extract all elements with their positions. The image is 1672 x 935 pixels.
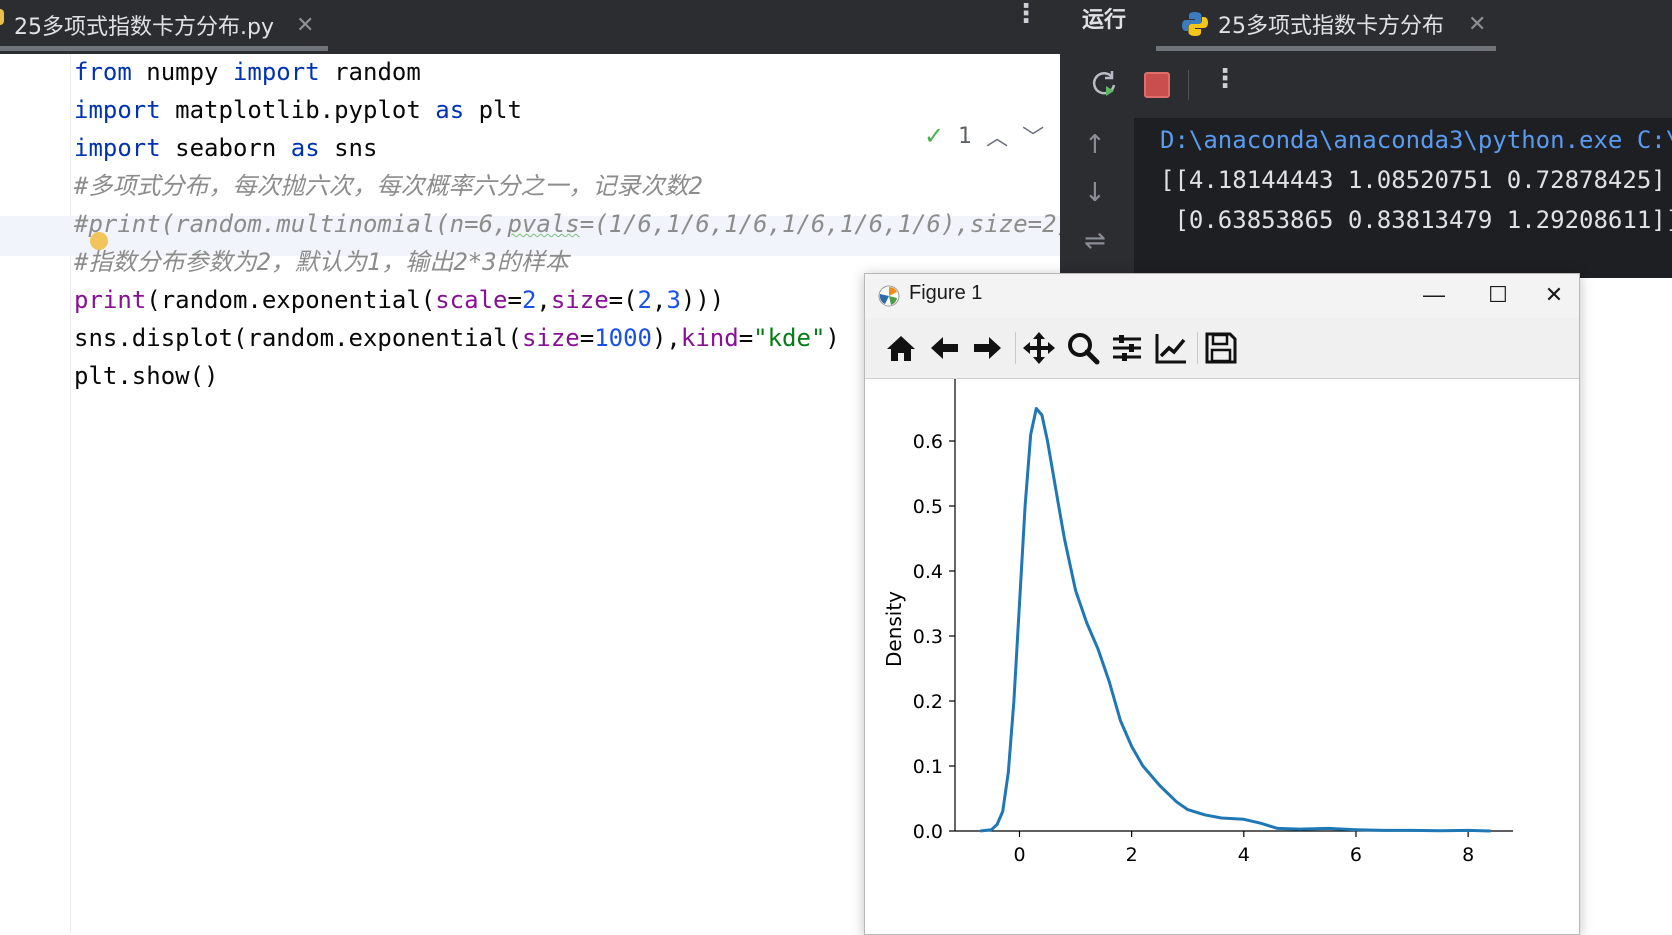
close-run-tab-icon[interactable]: ✕ (1468, 12, 1486, 37)
y-tick-label: 0.3 (913, 626, 943, 648)
maximize-button[interactable]: ☐ (1475, 278, 1521, 312)
x-tick-label: 4 (1238, 844, 1250, 866)
inspection-count: 1 (958, 123, 973, 149)
code-line-9: plt.show() (74, 362, 219, 390)
configure-subplots-icon[interactable] (1109, 330, 1145, 366)
toolbar-separator (1188, 70, 1189, 100)
code-line-4: #多项式分布，每次抛六次，每次概率六分之一，记录次数2 (74, 172, 703, 200)
x-tick-label: 6 (1350, 844, 1362, 866)
arrow-up-icon[interactable]: ↑ (1084, 130, 1106, 160)
y-tick-label: 0.6 (913, 431, 943, 453)
run-tab[interactable]: 25多项式指数卡方分布 ✕ (1182, 0, 1486, 48)
pan-icon[interactable] (1021, 330, 1057, 366)
code-line-8: sns.displot(random.exponential(size=1000… (74, 324, 840, 352)
edit-axis-icon[interactable] (1153, 330, 1189, 366)
minimize-button[interactable]: — (1411, 278, 1457, 312)
console-line: [0.63853865 0.83813479 1.29208611]] (1160, 206, 1672, 234)
matplotlib-logo-icon (878, 285, 900, 307)
code-line-5: #print(random.multinomial(n=6,pvals=(1/6… (74, 210, 1086, 238)
run-toolbar: ⋮ (1060, 54, 1672, 118)
close-window-button[interactable]: ✕ (1531, 278, 1577, 312)
line-gutter (0, 54, 71, 933)
y-tick-label: 0.5 (913, 496, 943, 518)
run-tab-label: 25多项式指数卡方分布 (1218, 14, 1444, 39)
home-icon[interactable] (883, 330, 919, 366)
figure-titlebar[interactable]: Figure 1 — ☐ ✕ (865, 274, 1579, 318)
toolbar-separator (1197, 332, 1198, 364)
y-tick-label: 0.4 (913, 561, 943, 583)
save-icon[interactable] (1203, 330, 1239, 366)
check-icon: ✓ (924, 122, 945, 150)
console-output[interactable]: D:\anaconda\anaconda3\python.exe C:\U [[… (1134, 118, 1672, 278)
axes (954, 379, 1513, 832)
y-axis-label: Density (882, 591, 906, 667)
editor-tab-bar: 25多项式指数卡方分布.py ✕ ⋮ (0, 0, 1060, 54)
editor-tab[interactable]: 25多项式指数卡方分布.py ✕ (0, 0, 314, 50)
chevron-down-icon[interactable]: ﹀ (1022, 120, 1044, 152)
back-icon[interactable] (927, 330, 963, 366)
code-line-7: print(random.exponential(scale=2,size=(2… (74, 286, 725, 314)
console-line[interactable]: D:\anaconda\anaconda3\python.exe C:\U (1160, 126, 1672, 154)
active-run-tab-indicator (1156, 46, 1496, 51)
active-tab-indicator (0, 46, 328, 51)
zoom-icon[interactable] (1065, 330, 1101, 366)
arrow-down-icon[interactable]: ↓ (1084, 178, 1106, 208)
console-line: [[4.18144443 1.08520751 0.72878425] (1160, 166, 1666, 194)
toolbar-separator (1015, 332, 1016, 364)
kde-plot[interactable]: 0 2 4 6 8 0.0 0.1 0.2 0.3 0.4 0.5 0.6 Density (865, 379, 1579, 934)
code-line-2: import matplotlib.pyplot as plt (74, 96, 522, 124)
rerun-icon[interactable] (1088, 68, 1120, 100)
code-line-6: #指数分布参数为2，默认为1，输出2*3的样本 (74, 248, 569, 276)
x-tick-label: 0 (1013, 844, 1025, 866)
figure-title: Figure 1 (909, 282, 983, 304)
x-tick-label: 8 (1462, 844, 1474, 866)
y-tick-label: 0.0 (913, 821, 943, 843)
close-tab-icon[interactable]: ✕ (296, 13, 314, 38)
editor-tab-label: 25多项式指数卡方分布.py (14, 15, 274, 40)
figure-window: Figure 1 — ☐ ✕ 0 2 4 6 8 0.0 0.1 0.2 0.3… (864, 273, 1580, 935)
more-options-icon[interactable]: ⋮ (1013, 1, 1039, 27)
run-panel-title: 运行 (1082, 8, 1127, 33)
code-line-1: from numpy import random (74, 58, 421, 86)
soft-wrap-icon[interactable]: ⇌ (1084, 226, 1106, 256)
modified-dot-icon (0, 9, 4, 25)
run-panel-header: 运行 25多项式指数卡方分布 ✕ (1060, 0, 1672, 54)
forward-icon[interactable] (969, 330, 1005, 366)
y-tick-label: 0.2 (913, 691, 943, 713)
ticks: 0 2 4 6 8 0.0 0.1 0.2 0.3 0.4 0.5 0.6 (913, 431, 1474, 866)
kde-line (980, 407, 1491, 833)
figure-toolbar (865, 318, 1579, 379)
x-tick-label: 2 (1126, 844, 1138, 866)
stop-icon[interactable] (1144, 72, 1170, 98)
python-icon (1182, 12, 1208, 36)
y-tick-label: 0.1 (913, 756, 943, 778)
more-options-icon[interactable]: ⋮ (1212, 64, 1238, 94)
run-side-rail: ↑ ↓ ⇌ (1060, 118, 1134, 278)
inspection-widget[interactable]: ✓ 1 ︿ ﹀ (924, 120, 1044, 152)
chevron-up-icon[interactable]: ︿ (986, 120, 1008, 152)
code-line-3: import seaborn as sns (74, 134, 378, 162)
